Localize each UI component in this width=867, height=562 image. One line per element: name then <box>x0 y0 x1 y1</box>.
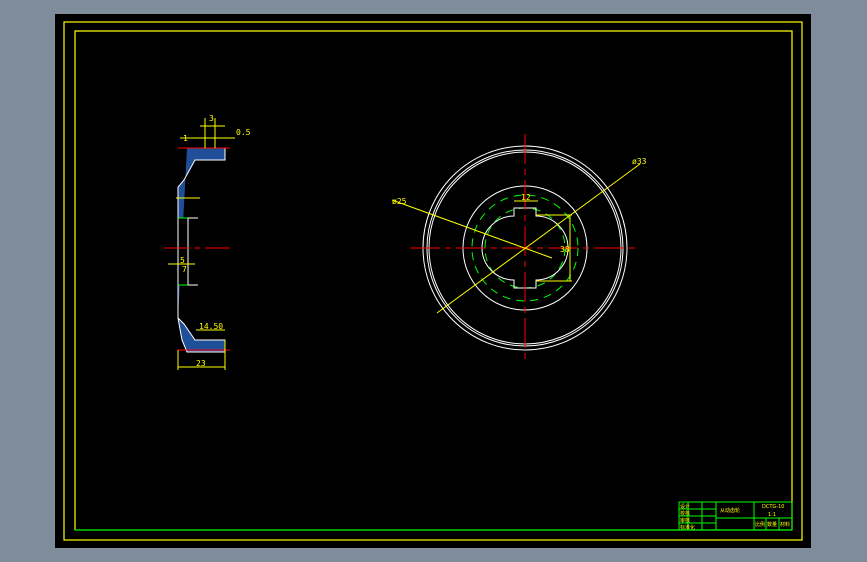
tb-standard: 标准化 <box>680 524 695 531</box>
tb-part-name: 从动齿轮 <box>720 507 740 514</box>
dim-top: 3 <box>209 114 214 123</box>
tb-qty: 数量 <box>767 521 777 528</box>
dim-top-right: 0.5 <box>236 128 251 137</box>
tb-scale-value: 1:1 <box>768 512 776 518</box>
cad-drawing: 3 1 0.5 5 7 14.50 23 ø25 ø33 12 38 设计 校核… <box>55 14 811 548</box>
tb-material: 材料 <box>780 521 790 528</box>
dim-top-left: 1 <box>183 134 188 143</box>
dim-key-width: 12 <box>521 193 531 202</box>
dim-width-inner: 14.50 <box>199 322 223 331</box>
dim-dia-right: ø33 <box>632 157 647 166</box>
tb-design: 设计 <box>680 503 690 510</box>
dim-dia-left: ø25 <box>392 197 407 206</box>
tb-check: 校核 <box>680 510 690 517</box>
dim-key-height: 38 <box>560 245 570 254</box>
dim-mid: 5 <box>180 256 185 265</box>
tb-code: DCTG-10 <box>762 504 784 510</box>
dim-mid2: 7 <box>182 265 187 274</box>
dim-width-total: 23 <box>196 359 206 368</box>
tb-scale: 比例 <box>755 521 765 528</box>
tb-review: 审核 <box>680 517 690 524</box>
